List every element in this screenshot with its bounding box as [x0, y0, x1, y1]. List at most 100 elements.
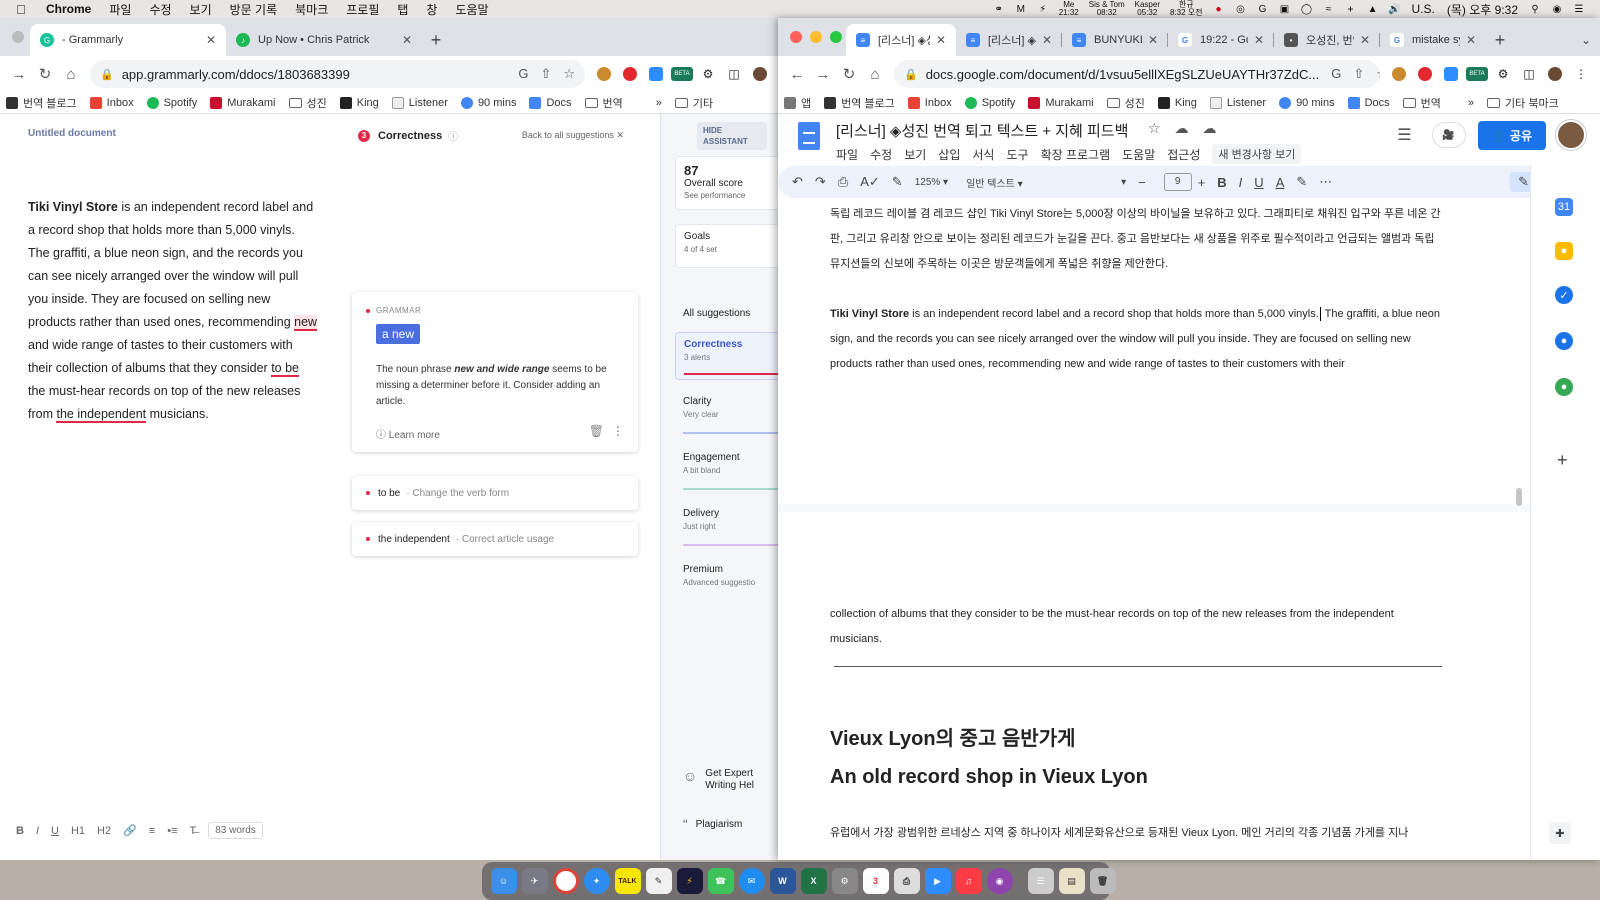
highlight-to-be[interactable]: to be — [271, 361, 299, 377]
input-source[interactable]: U.S. — [1412, 2, 1435, 16]
chrome-icon[interactable] — [552, 868, 579, 894]
cloud-status-icon[interactable]: ☁ — [1202, 120, 1216, 136]
clear-format-icon[interactable]: T̶ — [190, 825, 197, 837]
menu-file[interactable]: 파일 — [836, 146, 858, 163]
bookmark-star-icon[interactable]: ☆ — [563, 66, 575, 82]
record-icon[interactable]: ● — [1212, 3, 1226, 15]
paint-format-icon[interactable]: ✎ — [892, 174, 903, 190]
creative-cloud-icon[interactable]: ⚭ — [992, 3, 1006, 15]
bold-button[interactable]: B — [16, 825, 24, 837]
category-engagement[interactable]: Engagement A bit bland — [675, 446, 779, 490]
learn-more-link[interactable]: ⓘ Learn more — [376, 426, 440, 441]
docs-logo-icon[interactable] — [798, 122, 820, 150]
bookmark-apps[interactable]: 앱 — [784, 95, 811, 111]
sidepanel-icon[interactable]: ◫ — [1518, 63, 1540, 85]
siri-icon[interactable]: ◉ — [1550, 3, 1564, 15]
profile-avatar[interactable] — [1544, 63, 1566, 85]
apple-menu-icon[interactable]:  — [10, 2, 32, 17]
paragraph-english[interactable]: Tiki Vinyl Store is an independent recor… — [830, 302, 1442, 377]
redo-icon[interactable]: ↷ — [815, 174, 826, 190]
document-title[interactable]: Untitled document — [28, 128, 116, 139]
word-icon[interactable]: W — [769, 868, 796, 894]
see-new-changes-button[interactable]: 새 변경사항 보기 — [1212, 144, 1302, 164]
world-clock-me[interactable]: Me 21:32 — [1059, 1, 1079, 17]
calendar-icon[interactable]: 31 — [1555, 198, 1573, 216]
zoom-extension-icon[interactable] — [645, 63, 667, 85]
calendar-icon[interactable]: 3 — [862, 868, 889, 894]
close-tab-icon[interactable]: ✕ — [1148, 33, 1158, 47]
tab-oh-seongjin[interactable]: • 오성진, 번역, ✕ — [1274, 24, 1380, 56]
tab-bunyuklo[interactable]: ≡ BUNYUKLO ✕ — [1062, 24, 1168, 56]
menu-extensions[interactable]: 확장 프로그램 — [1041, 146, 1111, 163]
reeder-icon[interactable]: ⚡ — [676, 868, 703, 894]
move-icon[interactable]: ☁ — [1174, 120, 1188, 136]
close-tab-icon[interactable]: ✕ — [206, 33, 216, 47]
beta-extension-icon[interactable]: BETA — [1466, 67, 1488, 81]
document-title[interactable]: [리스너] ◈성진 번역 퇴고 텍스트 + 지혜 피드백 — [836, 120, 1128, 141]
trash-icon[interactable]: 🗑 — [1089, 868, 1116, 894]
volume-icon[interactable]: 🔊 — [1388, 3, 1402, 15]
heading-korean[interactable]: Vieux Lyon의 중고 음반가게 — [830, 722, 1076, 751]
bookmark-translation-blog[interactable]: 번역 블로그 — [6, 95, 77, 111]
category-clarity[interactable]: Clarity Very clear — [675, 390, 779, 434]
suggestion-card-grammar[interactable]: GRAMMAR a new The noun phrase new and wi… — [352, 292, 638, 452]
bookmarks-overflow[interactable]: » — [656, 97, 662, 109]
bookmark-other[interactable]: 기타 북마크 — [1487, 95, 1559, 111]
close-window-button[interactable] — [12, 31, 24, 43]
bookmark-inbox[interactable]: Inbox — [907, 96, 952, 109]
italic-button[interactable]: I — [1239, 175, 1243, 190]
gmail-icon[interactable]: M — [1014, 3, 1028, 15]
menu-format[interactable]: 서식 — [972, 146, 994, 163]
document-page[interactable]: collection of albums that they consider … — [778, 512, 1530, 860]
paragraph-english-continued[interactable]: collection of albums that they consider … — [830, 602, 1442, 652]
print-icon[interactable]: ⎙ — [838, 174, 848, 190]
bookmark-seongjin[interactable]: 성진 — [288, 95, 327, 111]
star-icon[interactable]: ☆ — [1148, 120, 1161, 136]
menu-insert[interactable]: 삽입 — [938, 146, 960, 163]
paragraph-korean[interactable]: 독립 레코드 레이블 겸 레코드 샵인 Tiki Vinyl Store는 5,… — [830, 202, 1442, 277]
zoom-select[interactable]: 125% ▾ — [915, 177, 948, 188]
new-tab-button[interactable]: + — [1486, 24, 1514, 56]
bookmark-spotify[interactable]: Spotify — [964, 96, 1015, 109]
bolt-icon[interactable]: ⚡ — [1036, 3, 1050, 15]
minimize-window-button[interactable] — [810, 31, 822, 43]
bookmark-inbox[interactable]: Inbox — [89, 96, 134, 109]
wifi-icon[interactable]: ≈ — [1322, 3, 1336, 15]
menu-profiles[interactable]: 프로필 — [346, 1, 379, 18]
contacts-icon[interactable]: ● — [1555, 332, 1573, 350]
all-suggestions-link[interactable]: All suggestions — [683, 308, 750, 319]
puzzle-icon[interactable]: ⚙ — [697, 63, 719, 85]
font-size-input[interactable]: 9 — [1163, 173, 1192, 191]
category-delivery[interactable]: Delivery Just right — [675, 502, 779, 546]
menu-tools[interactable]: 도구 — [1006, 146, 1028, 163]
back-to-all-suggestions[interactable]: Back to all suggestions ✕ — [522, 130, 624, 141]
bookmark-translation-blog[interactable]: 번역 블로그 — [824, 95, 895, 111]
control-center-icon[interactable]: ☰ — [1572, 3, 1586, 15]
numbered-list-icon[interactable]: ≡ — [149, 825, 155, 837]
undo-icon[interactable]: ↶ — [792, 174, 803, 190]
close-tab-icon[interactable]: ✕ — [1042, 33, 1052, 47]
document-page[interactable]: 독립 레코드 레이블 겸 레코드 샵인 Tiki Vinyl Store는 5,… — [778, 198, 1530, 504]
bookmark-translation[interactable]: 번역 — [1402, 95, 1441, 111]
datetime[interactable]: (목) 오후 9:32 — [1447, 1, 1518, 18]
plagiarism-link[interactable]: “ Plagiarism — [683, 816, 742, 832]
bookmark-seongjin[interactable]: 성진 — [1106, 95, 1145, 111]
close-tab-icon[interactable]: ✕ — [1254, 33, 1264, 47]
messages-icon[interactable]: ✉ — [738, 868, 765, 894]
beta-extension-icon[interactable]: BETA — [671, 67, 693, 81]
category-correctness[interactable]: Correctness 3 alerts — [675, 332, 779, 380]
link-icon[interactable]: 🔗 — [123, 824, 137, 837]
bookmark-90-mins[interactable]: 90 mins — [1279, 96, 1335, 109]
kakaotalk-icon[interactable]: TALK — [614, 868, 641, 894]
bookmark-star-icon[interactable]: ☆ — [1376, 66, 1380, 82]
scrollbar-thumb[interactable] — [1516, 488, 1522, 506]
hide-assistant-button[interactable]: HIDE ASSISTANT — [697, 122, 767, 150]
tab-docs-active[interactable]: ≡ [리스너] ◈성 ✕ — [846, 24, 956, 56]
bold-button[interactable]: B — [1217, 175, 1226, 190]
italic-button[interactable]: I — [36, 825, 39, 837]
bookmark-docs[interactable]: Docs — [529, 96, 572, 109]
info-icon[interactable]: ⓘ — [448, 128, 458, 143]
highlight-the-independent[interactable]: the independent — [56, 407, 147, 423]
home-icon[interactable]: ⌂ — [58, 61, 84, 87]
tab-google-search[interactable]: G 19:22 - Goo ✕ — [1168, 24, 1274, 56]
